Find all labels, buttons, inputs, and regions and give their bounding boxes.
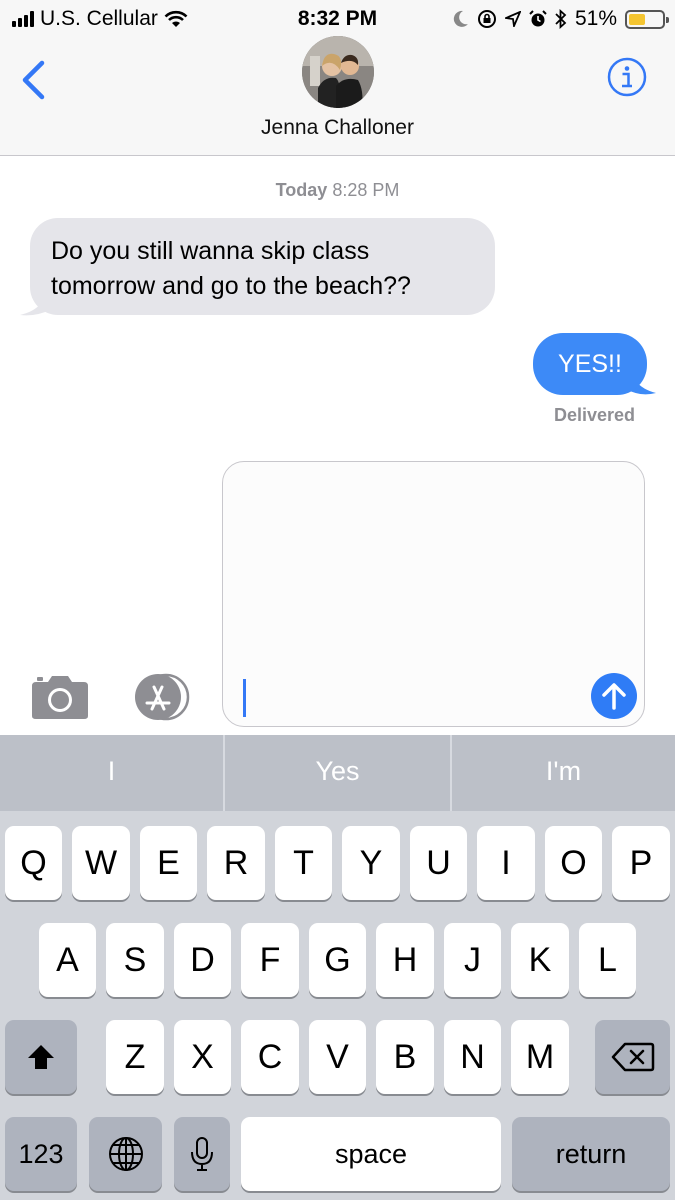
key-v[interactable]: V <box>309 1020 366 1094</box>
key-c[interactable]: C <box>241 1020 299 1094</box>
return-key[interactable]: return <box>512 1117 670 1191</box>
key-b[interactable]: B <box>376 1020 434 1094</box>
key-l[interactable]: L <box>579 923 636 997</box>
send-arrow-icon[interactable] <box>591 673 637 719</box>
incoming-message-line: Do you still wanna skip class <box>51 237 370 265</box>
key-s[interactable]: S <box>106 923 164 997</box>
key-m[interactable]: M <box>511 1020 569 1094</box>
conversation-header: Jenna Challoner <box>0 36 675 156</box>
message-input[interactable] <box>222 461 645 727</box>
app-store-icon[interactable] <box>126 673 192 721</box>
key-d[interactable]: D <box>174 923 231 997</box>
location-arrow-icon <box>504 11 521 27</box>
timestamp-time: 8:28 PM <box>332 180 400 200</box>
key-x[interactable]: X <box>174 1020 231 1094</box>
key-h[interactable]: H <box>376 923 434 997</box>
outgoing-message-text: YES!! <box>558 350 622 378</box>
text-cursor <box>243 679 246 717</box>
rotation-lock-icon <box>477 9 497 29</box>
key-y[interactable]: Y <box>342 826 400 900</box>
microphone-icon[interactable] <box>174 1117 230 1191</box>
avatar[interactable] <box>302 36 374 108</box>
key-o[interactable]: O <box>545 826 602 900</box>
status-right: 51% <box>453 7 669 31</box>
key-f[interactable]: F <box>241 923 299 997</box>
predictive-bar: I Yes I'm <box>0 735 675 811</box>
key-a[interactable]: A <box>39 923 96 997</box>
bluetooth-icon <box>555 9 567 29</box>
battery-percent: 51% <box>574 7 617 30</box>
key-e[interactable]: E <box>140 826 197 900</box>
outgoing-message-bubble[interactable]: YES!! <box>533 333 647 395</box>
key-w[interactable]: W <box>72 826 130 900</box>
key-g[interactable]: G <box>309 923 366 997</box>
suggestion-item[interactable]: I <box>0 735 223 811</box>
space-key[interactable]: space <box>241 1117 501 1191</box>
alarm-icon <box>529 10 547 28</box>
key-n[interactable]: N <box>444 1020 501 1094</box>
status-bar: U.S. Cellular 8:32 PM 51% <box>0 0 675 40</box>
incoming-message-bubble[interactable]: Do you still wanna skip class tomorrow a… <box>30 218 495 315</box>
key-p[interactable]: P <box>612 826 670 900</box>
key-r[interactable]: R <box>207 826 265 900</box>
delivery-status: Delivered <box>553 405 635 425</box>
key-q[interactable]: Q <box>5 826 62 900</box>
key-t[interactable]: T <box>275 826 332 900</box>
key-z[interactable]: Z <box>106 1020 164 1094</box>
incoming-message-line: tomorrow and go to the beach?? <box>51 272 411 300</box>
suggestion-item[interactable]: I'm <box>452 735 675 811</box>
key-i[interactable]: I <box>477 826 535 900</box>
battery-level <box>629 13 645 25</box>
shift-key[interactable] <box>5 1020 77 1094</box>
key-j[interactable]: J <box>444 923 501 997</box>
battery-icon <box>625 9 669 29</box>
key-k[interactable]: K <box>511 923 569 997</box>
info-icon[interactable] <box>607 57 647 97</box>
timestamp-day: Today <box>275 180 328 200</box>
key-u[interactable]: U <box>410 826 467 900</box>
contact-name[interactable]: Jenna Challoner <box>0 116 675 140</box>
camera-icon[interactable] <box>30 674 90 720</box>
backspace-key[interactable] <box>595 1020 670 1094</box>
numbers-key[interactable]: 123 <box>5 1117 77 1191</box>
chevron-left-icon[interactable] <box>20 60 50 100</box>
moon-icon <box>453 10 469 28</box>
keyboard: I Yes I'm Q W E R T Y U I O P A S D F G … <box>0 735 675 1200</box>
suggestion-item[interactable]: Yes <box>225 735 450 811</box>
globe-icon[interactable] <box>89 1117 162 1191</box>
message-timestamp: Today 8:28 PM <box>0 180 675 201</box>
